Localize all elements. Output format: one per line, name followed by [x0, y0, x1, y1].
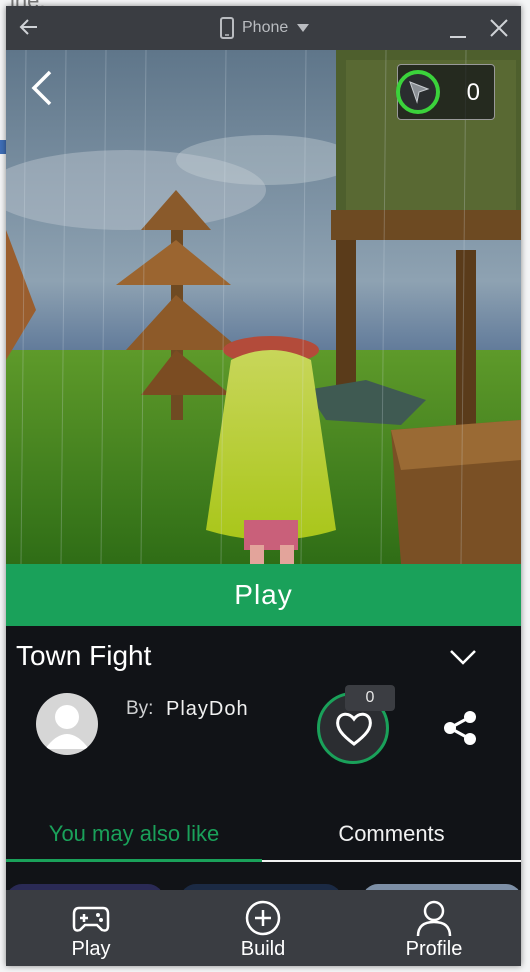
nav-build[interactable]: Build — [203, 890, 323, 966]
device-selector[interactable]: Phone — [220, 16, 310, 40]
coin-icon — [396, 70, 440, 114]
nav-play-label: Play — [71, 938, 111, 960]
author-prefix: By: — [126, 698, 154, 719]
plus-circle-icon — [245, 900, 281, 936]
play-button[interactable]: Play — [6, 564, 521, 626]
emulator-window: Phone 0 Play Town Fight By: PlayDoh 0 Yo… — [6, 6, 521, 966]
window-titlebar: Phone — [6, 6, 521, 50]
nav-play[interactable]: Play — [31, 890, 151, 966]
minimize-icon[interactable] — [447, 18, 469, 40]
gamepad-icon — [72, 906, 110, 932]
device-label: Phone — [242, 19, 289, 36]
currency-amount: 0 — [466, 79, 480, 106]
chevron-down-icon[interactable] — [449, 648, 477, 666]
nav-build-label: Build — [240, 938, 286, 960]
tab-comments[interactable]: Comments — [262, 810, 521, 858]
user-avatar-icon — [45, 705, 89, 749]
user-icon — [416, 900, 452, 937]
like-count-badge: 0 — [345, 685, 395, 711]
arrow-left-icon[interactable] — [18, 16, 40, 38]
caret-down-icon — [297, 24, 310, 32]
nav-profile[interactable]: Profile — [374, 890, 494, 966]
share-icon[interactable] — [440, 708, 480, 748]
game-preview-image: 0 — [6, 50, 521, 564]
phone-icon — [220, 17, 234, 39]
close-icon[interactable] — [487, 16, 511, 40]
heart-icon — [336, 712, 372, 746]
active-tab-indicator — [6, 859, 262, 862]
tab-divider — [262, 860, 521, 862]
game-title-row: Town Fight — [6, 626, 521, 686]
tab-you-may-also-like[interactable]: You may also like — [6, 810, 262, 858]
nav-profile-label: Profile — [405, 938, 463, 960]
currency-counter[interactable]: 0 — [396, 64, 495, 120]
avatar[interactable] — [36, 693, 98, 755]
author-name[interactable]: PlayDoh — [166, 698, 249, 721]
game-title: Town Fight — [16, 640, 152, 671]
game-scene-illustration — [6, 50, 521, 564]
back-chevron-icon[interactable] — [24, 68, 64, 108]
bottom-navigation: Play Build Profile — [6, 890, 521, 966]
